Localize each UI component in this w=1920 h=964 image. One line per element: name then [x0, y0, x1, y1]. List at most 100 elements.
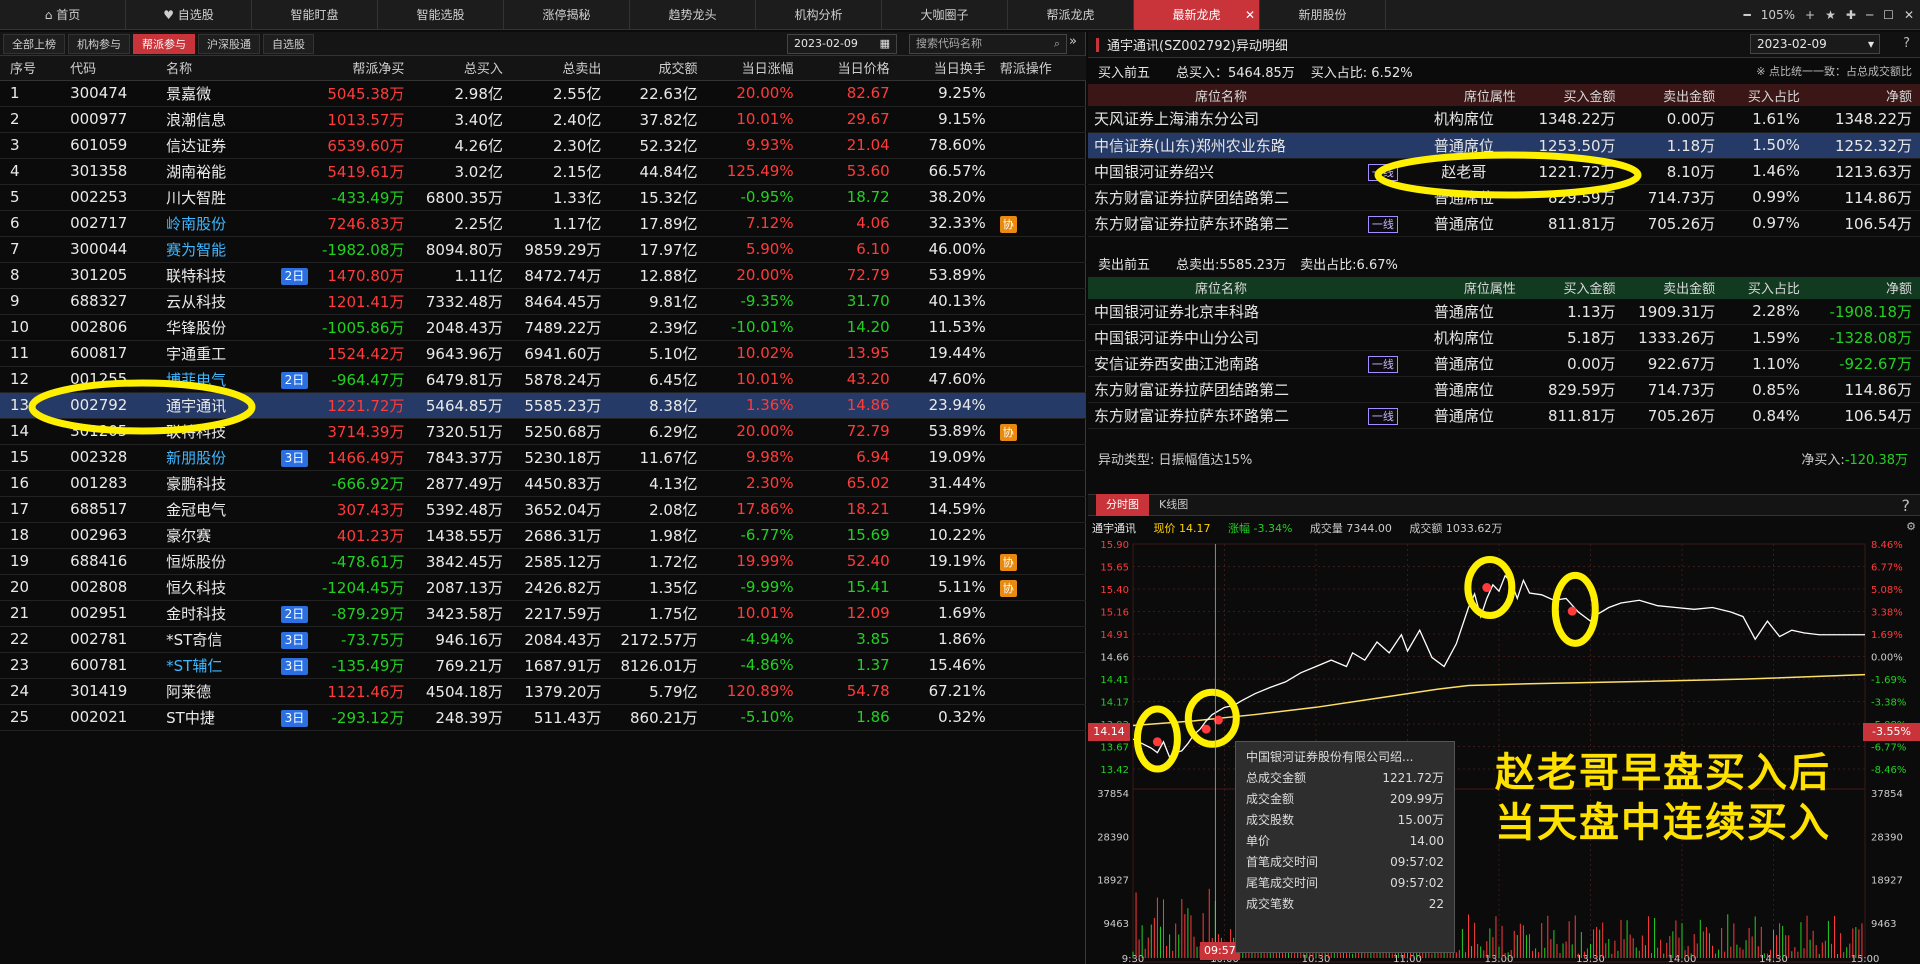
tab-institution[interactable]: 机构分析: [756, 0, 882, 30]
cell: -9.99%: [701, 574, 798, 601]
seat-row[interactable]: 中信证券(山东)郑州农业东路 普通席位 1253.50万 1.18万 1.50% 1252…: [1088, 132, 1920, 159]
table-row[interactable]: 16 001283 豪鹏科技 -666.92万 2877.49万 4450.83万 4.13…: [0, 470, 1086, 497]
table-row[interactable]: 19 688416 恒烁股份 -478.61万 3842.45万 2585.12万 1.72…: [0, 548, 1086, 575]
col-header[interactable]: 总买入: [408, 56, 507, 81]
tab-gang-dragon[interactable]: 帮派龙虎: [1008, 0, 1134, 30]
seat-row[interactable]: 东方财富证券拉萨团结路第二 普通席位 829.59万 714.73万 0.99% 114.…: [1088, 184, 1920, 211]
close-window-icon[interactable]: ✕: [1904, 8, 1914, 22]
star-icon[interactable]: ★: [1825, 8, 1836, 22]
col-header[interactable]: 总卖出: [506, 56, 606, 81]
table-row[interactable]: 21 002951 金时科技 2日 -879.29万 3423.58万 2217.59万 1.…: [0, 600, 1086, 627]
col-header[interactable]: 帮派操作: [989, 56, 1086, 81]
subtab-all[interactable]: 全部上榜: [3, 33, 65, 54]
table-row[interactable]: 15 002328 新朋股份 3日 1466.49万 7843.37万 5230.18万 11…: [0, 444, 1086, 471]
subtab-watchlist[interactable]: 自选股: [263, 33, 314, 54]
seat-row[interactable]: 中国银河证券北京丰科路 普通席位 1.13万 1909.31万 2.28% -1908.1…: [1088, 298, 1920, 325]
seat-row[interactable]: 东方财富证券拉萨东环路第二 一线 普通席位 811.81万 705.26万 0.97% 10…: [1088, 210, 1920, 237]
tab-stock[interactable]: 新朋股份: [1260, 0, 1386, 30]
col-header[interactable]: 当日换手: [893, 56, 990, 81]
cell: 1: [0, 80, 61, 107]
cooperate-badge[interactable]: 协: [999, 553, 1017, 571]
table-row[interactable]: 24 301419 阿莱德 1121.46万 4504.18万 1379.20万 5.79亿…: [0, 678, 1086, 705]
zoom-in-icon[interactable]: +: [1805, 8, 1815, 22]
subtab-gang[interactable]: 帮派参与: [133, 33, 195, 54]
seat-row[interactable]: 安信证券西安曲江池南路 一线 普通席位 0.00万 922.67万 1.10% -922.6…: [1088, 350, 1920, 377]
seat-row[interactable]: 东方财富证券拉萨团结路第二 普通席位 829.59万 714.73万 0.85% 114.…: [1088, 376, 1920, 403]
tab-experts[interactable]: 大咖圈子: [882, 0, 1008, 30]
col-header[interactable]: 代码: [60, 56, 157, 81]
table-row[interactable]: 4 301358 湖南裕能 5419.61万 3.02亿 2.15亿 44.84亿 125.4…: [0, 158, 1086, 185]
cell: 19.19%: [893, 548, 990, 575]
subtab-institution[interactable]: 机构参与: [68, 33, 130, 54]
cooperate-badge[interactable]: 协: [999, 423, 1017, 441]
seat-value: 1253.50万: [1523, 132, 1624, 159]
table-row[interactable]: 23 600781 *ST辅仁 3日 -135.49万 769.21万 1687.91万 81…: [0, 652, 1086, 679]
table-row[interactable]: 14 301205 联特科技 3714.39万 7320.51万 5250.68万 6.29…: [0, 418, 1086, 445]
table-row[interactable]: 12 001255 博菲电气 2日 -964.47万 6479.81万 5878.24万 6.…: [0, 366, 1086, 393]
table-row[interactable]: 22 002781 *ST奇信 3日 -73.75万 946.16万 2084.43万 217…: [0, 626, 1086, 653]
table-row[interactable]: 1 300474 景嘉微 5045.38万 2.98亿 2.55亿 22.63亿 20.00%…: [0, 80, 1086, 107]
tab-latest-dragon[interactable]: 最新龙虎 ✕: [1134, 0, 1260, 30]
table-row[interactable]: 10 002806 华锋股份 -1005.86万 2048.43万 7489.22万 2.3…: [0, 314, 1086, 341]
table-row[interactable]: 2 000977 浪潮信息 1013.57万 3.40亿 2.40亿 37.82亿 10.01…: [0, 106, 1086, 133]
table-row[interactable]: 18 002963 豪尔赛 401.23万 1438.55万 2686.31万 1.98亿 -…: [0, 522, 1086, 549]
cell: 10.01%: [701, 366, 798, 393]
detail-date-picker[interactable]: 2023-02-09 ▾: [1750, 34, 1880, 54]
search-input[interactable]: 搜索代码名称 ⌕: [909, 34, 1067, 54]
table-row[interactable]: 9 688327 云从科技 1201.41万 7332.48万 8464.45万 9.81亿…: [0, 288, 1086, 315]
chart-help-icon[interactable]: ?: [1902, 496, 1911, 515]
cooperate-badge[interactable]: 协: [999, 579, 1017, 597]
table-row[interactable]: 6 002717 岭南股份 7246.83万 2.25亿 1.17亿 17.89亿 7.12%…: [0, 210, 1086, 237]
tooltip-row: 成交笔数 22: [1246, 894, 1444, 915]
col-header[interactable]: 当日价格: [797, 56, 894, 81]
help-icon[interactable]: ?: [1903, 36, 1910, 51]
tab-smart-pick[interactable]: 智能选股: [378, 0, 504, 30]
tab-kline[interactable]: K线图: [1149, 494, 1198, 516]
table-row[interactable]: 7 300044 赛为智能 -1982.08万 8094.80万 9859.29万 17.9…: [0, 236, 1086, 263]
pin-icon[interactable]: ✚: [1846, 8, 1856, 22]
seat-row[interactable]: 东方财富证券拉萨东环路第二 一线 普通席位 811.81万 705.26万 0.84% 10…: [1088, 402, 1920, 429]
expand-icon[interactable]: »: [1069, 34, 1077, 49]
seat-name: 中国银河证券北京丰科路: [1088, 298, 1362, 325]
col-header[interactable]: 当日涨幅: [701, 56, 798, 81]
cell: 82.67: [797, 80, 894, 107]
table-row[interactable]: 8 301205 联特科技 2日 1470.80万 1.11亿 8472.74万 12.88亿…: [0, 262, 1086, 289]
table-row[interactable]: 5 002253 川大智胜 -433.49万 6800.35万 1.33亿 15.32亿 -0…: [0, 184, 1086, 211]
cell: 9.81亿: [605, 288, 702, 315]
col-header[interactable]: 成交额: [605, 56, 702, 81]
col-header[interactable]: [264, 56, 313, 81]
tab-watchlist[interactable]: ♥ 自选股: [126, 0, 252, 30]
seat-row[interactable]: 中国银河证券中山分公司 机构席位 5.18万 1333.26万 1.59% -1328.0…: [1088, 324, 1920, 351]
maximize-icon[interactable]: ☐: [1883, 8, 1894, 22]
table-row[interactable]: 3 601059 信达证券 6539.60万 4.26亿 2.30亿 52.32亿 9.93%…: [0, 132, 1086, 159]
cell: 23: [0, 652, 61, 679]
tab-trend-leader[interactable]: 趋势龙头: [630, 0, 756, 30]
intraday-chart[interactable]: 15.90 8.46% 15.65 6.77% 15.40 5.08% 15.16 3.38%…: [1088, 517, 1920, 964]
col-header: 席位名称: [1194, 89, 1247, 105]
date-picker[interactable]: 2023-02-09 ▦: [787, 34, 897, 54]
tab-intraday[interactable]: 分时图: [1096, 494, 1149, 516]
cooperate-badge[interactable]: 协: [999, 215, 1017, 233]
tab-smart-watch[interactable]: 智能盯盘: [252, 0, 378, 30]
subtab-connect[interactable]: 沪深股通: [198, 33, 260, 54]
table-row[interactable]: 25 002021 ST中捷 3日 -293.12万 248.39万 511.43万 860.…: [0, 704, 1086, 731]
gang-op-cell: [989, 392, 1086, 419]
zoom-out-icon[interactable]: ━: [1744, 8, 1751, 22]
tab-home[interactable]: ⌂ 首页: [0, 0, 126, 30]
tab-limit-up[interactable]: 涨停揭秘: [504, 0, 630, 30]
minimize-icon[interactable]: ─: [1866, 8, 1873, 22]
col-header[interactable]: 名称: [156, 56, 265, 81]
cell: 赛为智能: [156, 236, 265, 263]
table-row[interactable]: 17 688517 金冠电气 307.43万 5392.48万 3652.04万 2.08亿…: [0, 496, 1086, 523]
seat-row[interactable]: 天风证券上海浦东分公司 机构席位 1348.22万 0.00万 1.61% 1348.22…: [1088, 106, 1920, 133]
col-header[interactable]: 帮派净买: [312, 56, 409, 81]
cell: 金时科技: [156, 600, 265, 627]
table-row[interactable]: 11 600817 宇通重工 1524.42万 9643.96万 6941.60万 5.10…: [0, 340, 1086, 367]
close-icon[interactable]: ✕: [1245, 0, 1255, 30]
table-row[interactable]: 13 002792 通宇通讯 1221.72万 5464.85万 5585.23万 8.38…: [0, 392, 1086, 419]
table-row[interactable]: 20 002808 恒久科技 -1204.45万 2087.13万 2426.82万 1.3…: [0, 574, 1086, 601]
seat-row[interactable]: 中国银河证券绍兴 一线 赵老哥 1221.72万 8.10万 1.46% 1213.63万: [1088, 158, 1920, 185]
seat-tag: [1362, 324, 1412, 351]
col-header[interactable]: 序号: [0, 56, 61, 81]
price-tick-label: 15.16: [1100, 608, 1129, 619]
